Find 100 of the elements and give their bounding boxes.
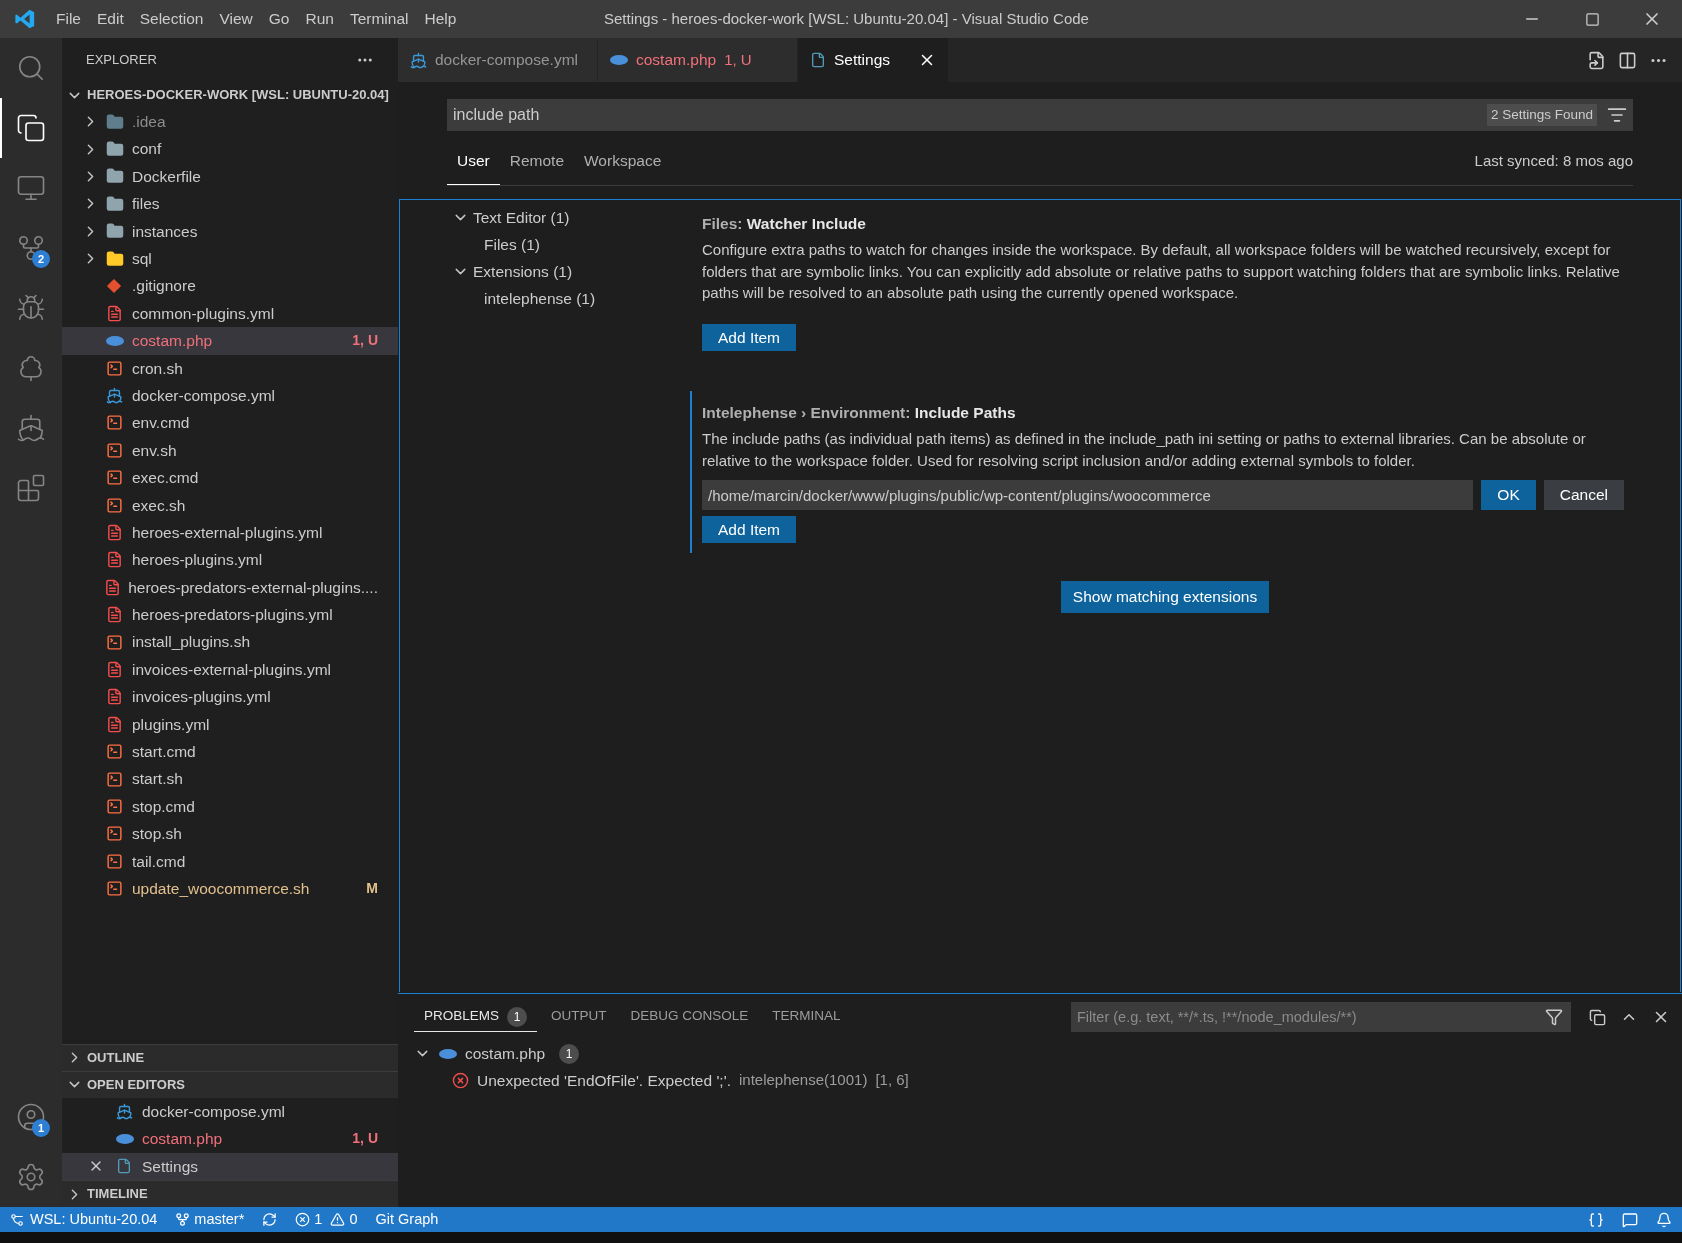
file-row[interactable]: .idea: [62, 108, 398, 136]
menu-item[interactable]: Selection: [131, 7, 212, 31]
root-folder-header[interactable]: HEROES-DOCKER-WORK [WSL: UBUNTU-20.04]: [62, 82, 398, 108]
file-row[interactable]: invoices-external-plugins.yml: [62, 655, 398, 684]
branch-icon[interactable]: [16, 233, 46, 263]
path-input[interactable]: /home/marcin/docker/www/plugins/public/wp-content/plugins/woocommerce: [702, 480, 1474, 510]
problems-indicator[interactable]: 1 0: [295, 1208, 358, 1231]
editor-tab[interactable]: docker-compose.yml: [398, 38, 598, 82]
filter-field[interactable]: Filter (e.g. text, **/*.ts, !**/node_modules/**): [1071, 1002, 1571, 1032]
file-row[interactable]: sql: [62, 244, 398, 273]
menu-item[interactable]: Edit: [89, 7, 132, 31]
file-row[interactable]: stop.cmd: [62, 792, 398, 821]
file-row[interactable]: heroes-external-plugins.yml: [62, 518, 398, 547]
file-row[interactable]: env.cmd: [62, 409, 398, 437]
blocks-icon[interactable]: [16, 473, 46, 503]
file-row[interactable]: start.sh: [62, 765, 398, 793]
show-extensions-button[interactable]: Show matching extensions: [1060, 581, 1270, 613]
toc-item[interactable]: intelephense (1): [452, 285, 690, 312]
file-row[interactable]: common-plugins.yml: [62, 299, 398, 328]
bell-icon[interactable]: [1656, 1211, 1672, 1228]
panel-tab[interactable]: OUTPUT: [541, 1002, 617, 1032]
scope-tab[interactable]: Workspace: [574, 138, 672, 185]
files-icon[interactable]: [16, 113, 46, 143]
file-row[interactable]: start.cmd: [62, 738, 398, 766]
menu-item[interactable]: Help: [416, 7, 465, 31]
scope-tab[interactable]: User: [447, 138, 500, 185]
panel-tab[interactable]: DEBUG CONSOLE: [620, 1002, 759, 1032]
file-row[interactable]: update_woocommerce.sh M: [62, 874, 398, 903]
filter-icon[interactable]: [1607, 105, 1627, 125]
file-row[interactable]: plugins.yml: [62, 710, 398, 738]
menu-item[interactable]: Go: [260, 7, 298, 31]
terminal-icon: [106, 414, 123, 432]
menu-item[interactable]: Run: [297, 7, 342, 31]
open-editor-item[interactable]: costam.php 1, U: [62, 1125, 398, 1153]
sync-icon[interactable]: [262, 1212, 278, 1227]
tab-label: Settings: [834, 50, 890, 71]
remote-indicator[interactable]: WSL: Ubuntu-20.04: [10, 1208, 158, 1231]
file-row[interactable]: install_plugins.sh: [62, 628, 398, 656]
menu-item[interactable]: Terminal: [341, 7, 417, 31]
editor-tab[interactable]: costam.php 1, U: [598, 38, 798, 82]
menu-item[interactable]: File: [48, 7, 89, 31]
git-graph-item[interactable]: Git Graph: [375, 1208, 439, 1231]
toc-item[interactable]: Extensions (1): [452, 258, 690, 285]
section-header[interactable]: OUTLINE: [62, 1043, 398, 1071]
settings-search-field[interactable]: include path 2 Settings Found: [447, 99, 1633, 131]
file-row[interactable]: instances: [62, 217, 398, 245]
windows-icon[interactable]: [1589, 1008, 1606, 1026]
file-row[interactable]: tail.cmd: [62, 847, 398, 875]
section-header[interactable]: TIMELINE: [62, 1180, 398, 1207]
file-row[interactable]: cron.sh: [62, 354, 398, 382]
account-icon[interactable]: [16, 1102, 46, 1132]
menu-item[interactable]: View: [211, 7, 261, 31]
file-row[interactable]: costam.php 1, U: [62, 327, 398, 355]
open-editor-item[interactable]: Settings: [62, 1152, 398, 1180]
file-name: cron.sh: [132, 358, 183, 379]
file-row[interactable]: heroes-plugins.yml: [62, 546, 398, 574]
document-icon: [106, 661, 123, 678]
monitor-icon[interactable]: [16, 173, 46, 203]
add-item-button[interactable]: Add Item: [702, 323, 797, 351]
branch-indicator[interactable]: master*: [175, 1208, 245, 1231]
file-name: Dockerfile: [132, 166, 201, 187]
feedback-icon[interactable]: [1622, 1211, 1638, 1228]
panel-tab[interactable]: PROBLEMS 1: [414, 1002, 538, 1032]
file-row[interactable]: invoices-plugins.yml: [62, 683, 398, 711]
file-row[interactable]: heroes-predators-external-plugins....: [62, 573, 398, 602]
bug-icon[interactable]: [16, 293, 46, 323]
editor-tab[interactable]: Settings: [798, 38, 948, 82]
ok-button[interactable]: OK: [1481, 480, 1536, 510]
terminal-icon: [106, 633, 123, 651]
open-editor-item[interactable]: docker-compose.yml: [62, 1097, 398, 1126]
toc-item[interactable]: Files (1): [452, 231, 690, 258]
braces-icon[interactable]: [1588, 1211, 1604, 1228]
panel-tab[interactable]: TERMINAL: [762, 1002, 851, 1032]
ship-icon[interactable]: [16, 413, 46, 443]
search-icon[interactable]: [16, 53, 46, 83]
problem-file-row[interactable]: costam.php 1: [414, 1040, 1682, 1067]
file-name: docker-compose.yml: [132, 385, 275, 406]
file-icon[interactable]: [1587, 50, 1606, 70]
file-row[interactable]: docker-compose.yml: [62, 381, 398, 410]
maximize-icon[interactable]: [1585, 11, 1600, 27]
toc-item[interactable]: Text Editor (1): [452, 204, 690, 231]
filter-icon[interactable]: [1545, 1008, 1563, 1026]
file-row[interactable]: files: [62, 190, 398, 218]
file-row[interactable]: conf: [62, 135, 398, 163]
cancel-button[interactable]: Cancel: [1543, 480, 1624, 510]
ship-icon: [116, 1103, 133, 1120]
split-editor-icon[interactable]: [1618, 50, 1637, 70]
settings-icon[interactable]: [16, 1162, 46, 1192]
file-row[interactable]: .gitignore: [62, 272, 398, 300]
file-row[interactable]: stop.sh: [62, 820, 398, 848]
add-item-button[interactable]: Add Item: [702, 516, 797, 543]
file-row[interactable]: exec.sh: [62, 491, 398, 519]
file-name: costam.php: [132, 331, 213, 352]
file-row[interactable]: exec.cmd: [62, 464, 398, 492]
scope-tab[interactable]: Remote: [499, 138, 574, 185]
section-header[interactable]: OPEN EDITORS: [62, 1070, 398, 1098]
file-row[interactable]: heroes-predators-plugins.yml: [62, 601, 398, 629]
file-row[interactable]: env.sh: [62, 436, 398, 465]
file-row[interactable]: Dockerfile: [62, 162, 398, 191]
problem-row[interactable]: Unexpected 'EndOfFile'. Expected ';'. intelephense(1001) [1, 6]: [414, 1067, 1682, 1094]
